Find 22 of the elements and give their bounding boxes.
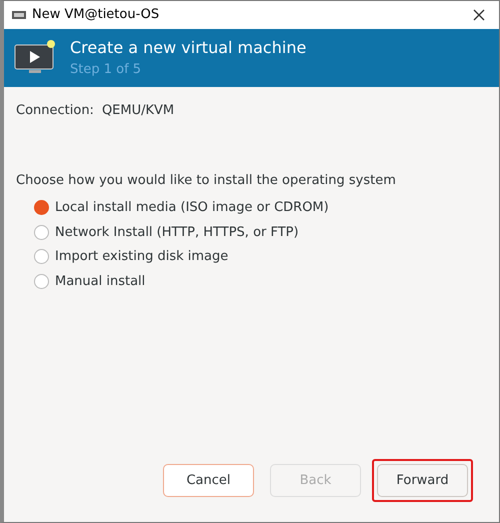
connection-value: QEMU/KVM (102, 102, 174, 120)
header-title: Create a new virtual machine (70, 37, 306, 60)
install-option[interactable]: Local install media (ISO image or CDROM) (34, 198, 487, 218)
radio-button[interactable] (34, 249, 49, 264)
option-label: Import existing disk image (55, 248, 228, 266)
connection-label: Connection: (16, 102, 94, 120)
window-title: New VM@tietou-OS (32, 6, 160, 24)
radio-button[interactable] (34, 224, 49, 240)
wizard-button[interactable]: Forward (377, 464, 468, 497)
radio-button[interactable] (34, 274, 49, 289)
prompt-text: Choose how you would like to install the operating system (16, 172, 397, 190)
install-option[interactable]: Network Install (HTTP, HTTPS, or FTP) (34, 222, 487, 242)
install-option[interactable]: Manual install (34, 272, 487, 291)
app-icon (12, 10, 26, 20)
option-label: Local install media (ISO image or CDROM) (55, 199, 329, 217)
step-label: Step 1 of 5 (70, 61, 142, 80)
option-label: Manual install (55, 272, 146, 290)
close-icon (473, 9, 485, 22)
cancel-button[interactable]: Cancel (163, 464, 254, 497)
radio-button[interactable] (34, 200, 49, 216)
option-label: Network Install (HTTP, HTTPS, or FTP) (55, 224, 299, 242)
install-option[interactable]: Import existing disk image (34, 247, 487, 266)
